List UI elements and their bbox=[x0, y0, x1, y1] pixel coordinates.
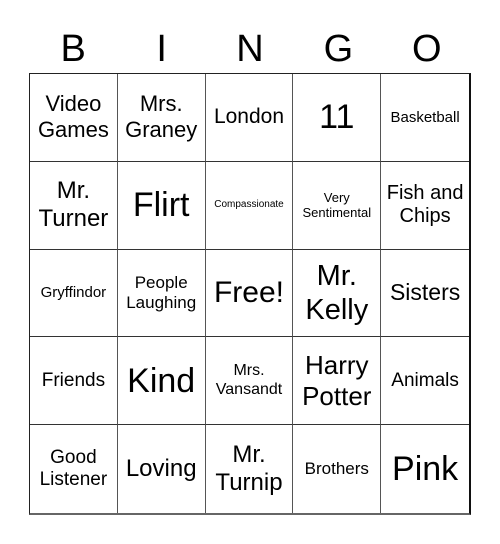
bingo-cell[interactable]: Kind bbox=[117, 337, 206, 426]
cell-label: Compassionate bbox=[214, 199, 284, 211]
cell-label: Sisters bbox=[389, 279, 461, 306]
cell-label: Basketball bbox=[390, 108, 460, 126]
cell-label: Mr. Turner bbox=[38, 176, 109, 233]
bingo-cell[interactable]: Compassionate bbox=[205, 161, 294, 250]
bingo-cell[interactable]: Mrs. Graney bbox=[117, 74, 206, 162]
bingo-header: B I N G O bbox=[29, 26, 471, 72]
bingo-cell[interactable]: Mr. Turner bbox=[30, 161, 118, 250]
bingo-cell[interactable]: Mr. Kelly bbox=[293, 249, 382, 338]
bingo-cell[interactable]: Mrs. Vansandt bbox=[205, 337, 294, 426]
cell-label: Gryffindor bbox=[40, 284, 107, 302]
cell-label: Free! bbox=[213, 276, 284, 310]
bingo-cell[interactable]: Sisters bbox=[381, 250, 469, 338]
cell-label: Video Games bbox=[37, 91, 109, 143]
bingo-cell[interactable]: Video Games bbox=[30, 74, 118, 162]
cell-label: Fish and Chips bbox=[386, 181, 464, 228]
cell-label: London bbox=[213, 105, 285, 129]
cell-label: Flirt bbox=[132, 186, 190, 225]
bingo-cell[interactable]: Flirt bbox=[117, 161, 206, 250]
header-letter-g: G bbox=[323, 28, 354, 70]
bingo-cell[interactable]: Gryffindor bbox=[30, 249, 118, 338]
cell-label: Animals bbox=[391, 369, 459, 391]
header-letter-i: I bbox=[156, 28, 167, 70]
bingo-cell[interactable]: Animals bbox=[381, 337, 469, 426]
header-letter-n: N bbox=[236, 28, 264, 70]
cell-label: Pink bbox=[392, 450, 459, 489]
cell-label: Mrs. Vansandt bbox=[215, 361, 283, 398]
bingo-cell[interactable]: Fish and Chips bbox=[381, 162, 469, 250]
bingo-cell[interactable]: Harry Potter bbox=[293, 337, 382, 426]
cell-label: People Laughing bbox=[126, 272, 197, 312]
cell-label: Mr. Turnip bbox=[215, 440, 283, 497]
bingo-cell[interactable]: Brothers bbox=[293, 425, 382, 513]
bingo-cell[interactable]: Loving bbox=[118, 425, 206, 513]
cell-label: Kind bbox=[127, 361, 196, 400]
bingo-cell[interactable]: 11 bbox=[293, 74, 382, 162]
cell-label: Mrs. Graney bbox=[125, 91, 198, 143]
cell-label: 11 bbox=[319, 98, 355, 137]
bingo-cell[interactable]: Friends bbox=[30, 337, 118, 426]
cell-label: Very Sentimental bbox=[302, 189, 372, 221]
bingo-cell[interactable]: Pink bbox=[381, 425, 469, 513]
bingo-cell[interactable]: People Laughing bbox=[117, 249, 206, 338]
header-letter-o: O bbox=[412, 28, 442, 70]
cell-label: Mr. Kelly bbox=[305, 259, 369, 326]
bingo-cell[interactable]: London bbox=[205, 74, 294, 162]
header-letter-b: B bbox=[60, 28, 86, 70]
cell-label: Loving bbox=[125, 454, 197, 482]
bingo-grid: Video Games Mrs. Graney London 11 Basketball… bbox=[29, 73, 471, 515]
cell-label: Brothers bbox=[304, 459, 369, 479]
bingo-cell[interactable]: Very Sentimental bbox=[293, 161, 382, 250]
cell-label: Good Listener bbox=[39, 446, 108, 491]
cell-label: Harry Potter bbox=[302, 350, 372, 411]
cell-label: Friends bbox=[41, 369, 106, 391]
bingo-cell[interactable]: Mr. Turnip bbox=[206, 425, 294, 513]
bingo-cell[interactable]: Basketball bbox=[381, 74, 469, 162]
bingo-cell-free[interactable]: Free! bbox=[205, 249, 294, 338]
bingo-cell[interactable]: Good Listener bbox=[30, 425, 118, 513]
